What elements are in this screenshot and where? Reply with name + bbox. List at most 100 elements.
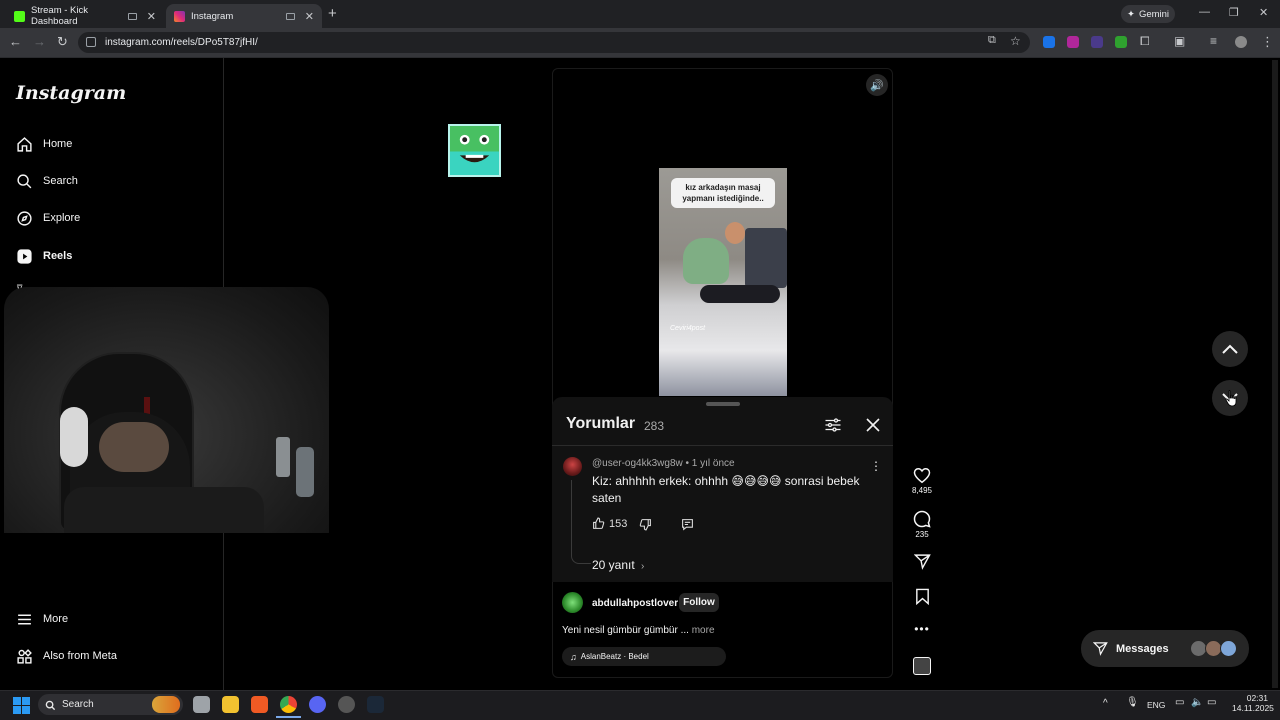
audio-thumbnail[interactable] xyxy=(913,657,931,675)
close-tab-icon[interactable]: ✕ xyxy=(305,10,314,23)
back-arrow-icon[interactable]: ← xyxy=(9,34,22,49)
video-watermark: Ceviri4post xyxy=(670,325,706,332)
network-icon[interactable]: ▭ xyxy=(1175,697,1184,708)
tab-instagram[interactable]: Instagram ✕ xyxy=(166,4,322,28)
menu-icon xyxy=(16,611,33,628)
bookmark-star-icon[interactable]: ☆ xyxy=(1010,34,1021,48)
mute-button[interactable]: 🔊 xyxy=(866,74,888,96)
share-button[interactable] xyxy=(910,553,934,570)
reply-icon[interactable] xyxy=(681,518,694,536)
cast-icon xyxy=(128,12,137,20)
messages-label: Messages xyxy=(1116,642,1169,655)
music-note-icon: ♫ xyxy=(570,651,577,662)
sidebar-item-explore[interactable]: Explore xyxy=(16,208,80,228)
sidebar-item-label: Search xyxy=(43,175,78,187)
battery-icon[interactable]: ▭ xyxy=(1207,697,1216,708)
search-icon xyxy=(16,173,33,190)
extension-icon[interactable] xyxy=(1115,36,1127,48)
comment-author[interactable]: @user-og4kk3wg8w • 1 yıl önce xyxy=(592,458,735,469)
filter-sliders-icon[interactable] xyxy=(824,417,842,438)
search-label: Search xyxy=(62,699,94,710)
media-controls-icon[interactable]: ≡ xyxy=(1210,34,1217,48)
audio-track-button[interactable]: ♫ AslanBeatz · Bedel xyxy=(562,647,726,666)
volume-icon[interactable]: 🔈 xyxy=(1191,697,1203,708)
cast-icon xyxy=(285,12,295,20)
sidebar-item-home[interactable]: Home xyxy=(16,134,72,154)
sidebar-item-label: Reels xyxy=(43,250,73,262)
minimize-button[interactable]: — xyxy=(1199,6,1210,18)
sidebar-item-more[interactable]: More xyxy=(16,609,68,629)
brave-icon[interactable] xyxy=(251,696,268,713)
video-caption: kız arkadaşın masaj yapmanı istediğinde.… xyxy=(671,178,775,208)
new-tab-button[interactable]: + xyxy=(328,5,337,22)
video-headboard xyxy=(745,228,787,288)
more-menu-icon[interactable]: ⋮ xyxy=(1261,34,1274,50)
extension-icon[interactable] xyxy=(1091,36,1103,48)
sidebar-item-reels[interactable]: Reels xyxy=(16,246,72,266)
extension-icon[interactable] xyxy=(1043,36,1055,48)
clock-time: 02:31 xyxy=(1246,693,1268,703)
install-app-icon[interactable]: ⧉ xyxy=(988,34,996,47)
app-icon[interactable] xyxy=(338,696,355,713)
view-replies-link[interactable]: 20 yanıt › xyxy=(592,558,644,572)
side-panel-icon[interactable]: ▣ xyxy=(1174,34,1185,48)
scrollbar-thumb[interactable] xyxy=(1272,60,1278,688)
comment-avatar[interactable] xyxy=(563,457,582,476)
post-caption-text: Yeni nesil gümbür gümbür ... xyxy=(562,625,689,636)
task-view-icon[interactable] xyxy=(193,696,210,713)
instagram-logo[interactable]: Instagram xyxy=(16,82,126,104)
clock[interactable]: 02:31 14.11.2025 xyxy=(1232,693,1274,713)
close-window-button[interactable]: ✕ xyxy=(1259,6,1268,19)
language-indicator[interactable]: ENG xyxy=(1147,700,1165,710)
comment-button[interactable]: 235 xyxy=(910,510,934,539)
thumbs-down-icon[interactable] xyxy=(639,518,652,536)
file-explorer-icon[interactable] xyxy=(222,696,239,713)
post-caption: Yeni nesil gümbür gümbür ... more xyxy=(562,625,715,636)
caption-more-link[interactable]: more xyxy=(692,625,715,636)
comments-count: 283 xyxy=(644,419,665,433)
windows-start-icon[interactable] xyxy=(13,697,30,714)
avatar xyxy=(1220,640,1237,657)
address-bar[interactable]: instagram.com/reels/DPo5T87jfHI/ xyxy=(78,32,1030,53)
kick-favicon-icon xyxy=(14,10,25,22)
extension-icon[interactable] xyxy=(1067,36,1079,48)
post-username-text: abdullahpostlover xyxy=(592,598,679,609)
discord-icon[interactable] xyxy=(309,696,326,713)
post-username[interactable]: abdullahpostlover • xyxy=(592,598,688,609)
close-tab-icon[interactable]: ✕ xyxy=(147,10,156,23)
forward-arrow-icon[interactable]: → xyxy=(33,34,46,49)
thumbs-up-icon[interactable] xyxy=(592,517,605,535)
widgets-icon[interactable] xyxy=(152,696,180,713)
site-info-icon[interactable] xyxy=(86,37,96,47)
restore-button[interactable]: ❐ xyxy=(1229,6,1239,19)
more-options-icon[interactable]: ••• xyxy=(910,622,934,636)
save-button[interactable] xyxy=(910,588,934,605)
comment-like-count: 153 xyxy=(609,518,628,530)
puzzle-extensions-icon[interactable]: ⧠ xyxy=(1140,34,1150,49)
microphone-icon[interactable]: 🎙 xyxy=(1126,697,1139,708)
active-app-indicator xyxy=(276,716,301,718)
comment-more-icon[interactable]: ⋮ xyxy=(870,459,882,473)
post-avatar[interactable] xyxy=(562,592,583,613)
heart-icon xyxy=(913,467,931,484)
chrome-icon[interactable] xyxy=(280,696,297,713)
tab-label: Stream - Kick Dashboard xyxy=(31,5,89,27)
like-button[interactable]: 8,495 xyxy=(910,467,934,495)
hand-cursor-icon xyxy=(1225,390,1239,412)
reload-icon[interactable]: ↻ xyxy=(57,34,68,50)
sidebar-item-search[interactable]: Search xyxy=(16,171,78,191)
previous-reel-button[interactable] xyxy=(1212,331,1248,367)
sidebar-item-also-from-meta[interactable]: Also from Meta xyxy=(16,646,117,666)
follow-button[interactable]: Follow xyxy=(679,593,719,612)
tab-kick-dashboard[interactable]: Stream - Kick Dashboard ✕ xyxy=(6,4,164,28)
steam-icon[interactable] xyxy=(367,696,384,713)
tab-label: Instagram xyxy=(191,10,234,22)
chevron-up-icon xyxy=(1222,344,1238,354)
gemini-button[interactable]: ✦ Gemini xyxy=(1121,5,1175,23)
tray-chevron-icon[interactable]: ^ xyxy=(1103,698,1108,709)
drag-handle[interactable] xyxy=(706,402,740,406)
profile-avatar[interactable] xyxy=(1235,36,1247,48)
comment-thread-line xyxy=(571,480,591,564)
streamer-hand xyxy=(99,422,169,472)
close-comments-icon[interactable] xyxy=(866,418,880,437)
